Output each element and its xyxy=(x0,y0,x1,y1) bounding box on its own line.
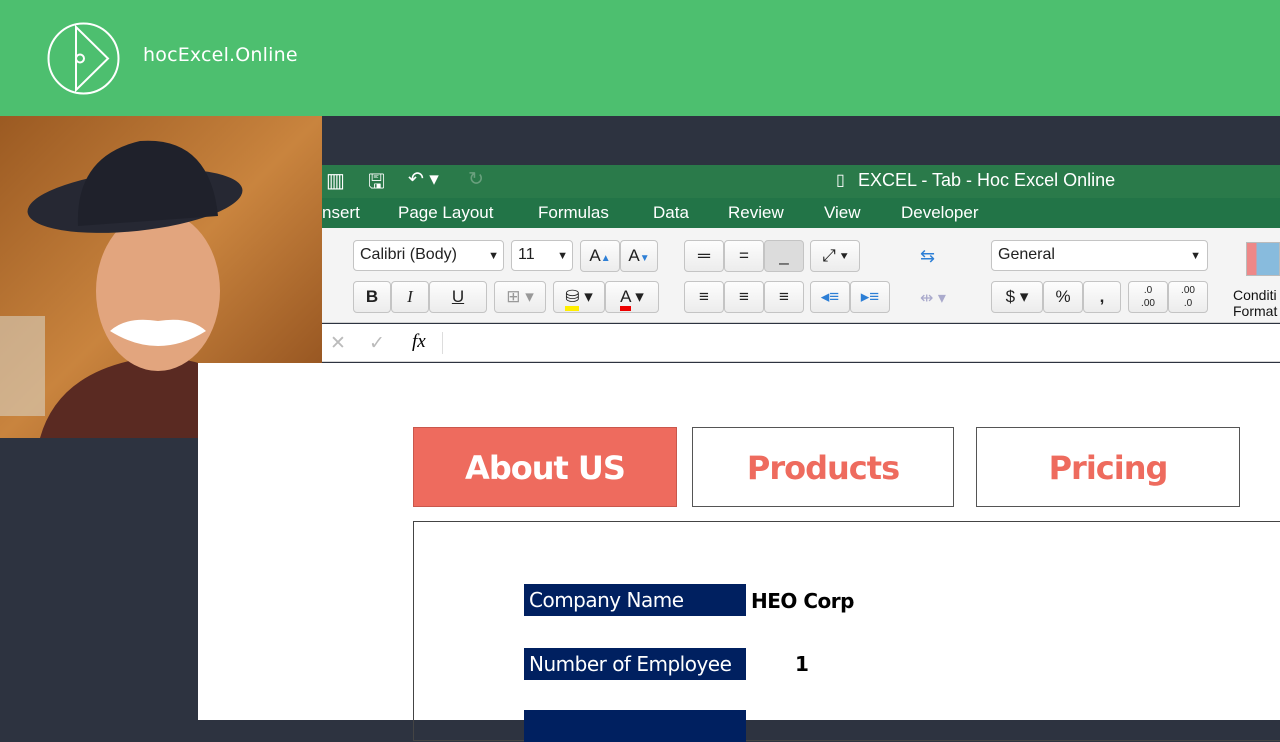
chevron-down-icon: ▼ xyxy=(1190,250,1201,262)
italic-button[interactable]: I xyxy=(391,281,429,313)
currency-label: $ xyxy=(1005,287,1016,306)
brand-name: hocExcel.Online xyxy=(143,44,298,66)
decrease-indent-button[interactable]: ◂≡ xyxy=(810,281,850,313)
conditional-formatting-icon[interactable] xyxy=(1246,242,1280,276)
orientation-button[interactable]: ⤢ ▾ xyxy=(810,240,860,272)
document-icon: ▯ xyxy=(836,172,845,189)
fill-color-button[interactable]: ⛁ ▾ xyxy=(553,281,605,313)
content-box xyxy=(413,521,1280,741)
font-name-select[interactable]: Calibri (Body) ▼ xyxy=(353,240,504,271)
tab-developer[interactable]: Developer xyxy=(901,203,979,223)
conditional-label-1: Conditi xyxy=(1233,287,1277,303)
underline-button[interactable]: U xyxy=(429,281,487,313)
align-right-button[interactable]: ≡ xyxy=(764,281,804,313)
enter-icon[interactable]: ✓ xyxy=(369,332,385,355)
number-format-select[interactable]: General ▼ xyxy=(991,240,1208,271)
tab-view[interactable]: View xyxy=(824,203,861,223)
borders-button[interactable]: ⊞ ▾ xyxy=(494,281,546,313)
employee-count-label: Number of Employee xyxy=(524,648,746,680)
align-left-button[interactable]: ≡ xyxy=(684,281,724,313)
arrow-up-icon: ▲ xyxy=(600,253,611,264)
font-color-button[interactable]: A ▾ xyxy=(605,281,659,313)
bold-button[interactable]: B xyxy=(353,281,391,313)
employee-count-value[interactable]: 1 xyxy=(795,652,809,676)
tab-page-layout[interactable]: Page Layout xyxy=(398,203,493,223)
conditional-formatting-label[interactable]: Conditi Format xyxy=(1233,287,1277,319)
arrow-down-icon: ▼ xyxy=(639,253,650,264)
pricing-button[interactable]: Pricing xyxy=(976,427,1240,507)
tab-data[interactable]: Data xyxy=(653,203,689,223)
redo-icon[interactable]: ↻ xyxy=(468,168,484,191)
company-name-label: Company Name xyxy=(524,584,746,616)
align-center-button[interactable]: ≡ xyxy=(724,281,764,313)
shrink-font-button[interactable]: A▼ xyxy=(620,240,658,272)
play-logo-icon xyxy=(47,22,120,95)
excel-title-bar: ▥ 🖫 ↶ ▾ ↻ ▯ EXCEL - Tab - Hoc Excel Onli… xyxy=(322,165,1280,198)
divider xyxy=(442,332,443,354)
grow-font-label: A xyxy=(589,246,601,265)
ribbon: Calibri (Body) ▼ 11 ▼ A▲ A▼ B I U ⊞ ▾ ⛁ ▾ … xyxy=(322,228,1280,323)
function-icon[interactable]: fx xyxy=(412,331,426,353)
paint-bucket-icon: ⛁ xyxy=(565,287,580,311)
company-name-value[interactable]: HEO Corp xyxy=(751,589,854,613)
font-name-value: Calibri (Body) xyxy=(360,246,457,263)
grow-font-button[interactable]: A▲ xyxy=(580,240,620,272)
formula-bar: ✕ ✓ fx xyxy=(322,324,1280,362)
site-header: hocExcel.Online xyxy=(0,0,1280,116)
shrink-font-label: A xyxy=(628,246,640,265)
font-size-select[interactable]: 11 ▼ xyxy=(511,240,573,271)
merge-center-icon[interactable]: ⇹ ▾ xyxy=(920,288,946,308)
cancel-icon[interactable]: ✕ xyxy=(330,332,346,355)
next-row-label xyxy=(524,710,746,742)
decrease-decimal-button[interactable]: .00 .0 xyxy=(1168,281,1208,313)
sidebar-toggle-icon[interactable]: ▥ xyxy=(326,168,345,193)
about-us-button[interactable]: About US xyxy=(413,427,677,507)
increase-indent-button[interactable]: ▸≡ xyxy=(850,281,890,313)
align-bottom-button[interactable]: _ xyxy=(764,240,804,272)
align-top-button[interactable]: ═ xyxy=(684,240,724,272)
wrap-text-icon[interactable]: ⇆ xyxy=(920,246,935,267)
font-size-value: 11 xyxy=(518,246,535,263)
formula-input[interactable] xyxy=(446,328,1276,358)
chevron-down-icon: ▼ xyxy=(557,250,568,262)
save-icon[interactable]: 🖫 xyxy=(368,167,385,201)
align-middle-button[interactable]: = xyxy=(724,240,764,272)
number-format-value: General xyxy=(998,246,1055,263)
ribbon-tabs: nsert Page Layout Formulas Data Review V… xyxy=(322,198,1280,228)
tab-insert[interactable]: nsert xyxy=(322,203,360,223)
conditional-label-2: Format xyxy=(1233,303,1278,319)
comma-button[interactable]: , xyxy=(1083,281,1121,313)
tab-review[interactable]: Review xyxy=(728,203,784,223)
window-title: EXCEL - Tab - Hoc Excel Online xyxy=(858,170,1116,190)
currency-button[interactable]: $ ▾ xyxy=(991,281,1043,313)
products-button[interactable]: Products xyxy=(692,427,954,507)
increase-decimal-button[interactable]: .0 .00 xyxy=(1128,281,1168,313)
chevron-down-icon: ▼ xyxy=(488,250,499,262)
undo-icon[interactable]: ↶ ▾ xyxy=(408,168,439,191)
font-color-icon: A xyxy=(620,287,631,311)
percent-button[interactable]: % xyxy=(1043,281,1083,313)
tab-formulas[interactable]: Formulas xyxy=(538,203,609,223)
